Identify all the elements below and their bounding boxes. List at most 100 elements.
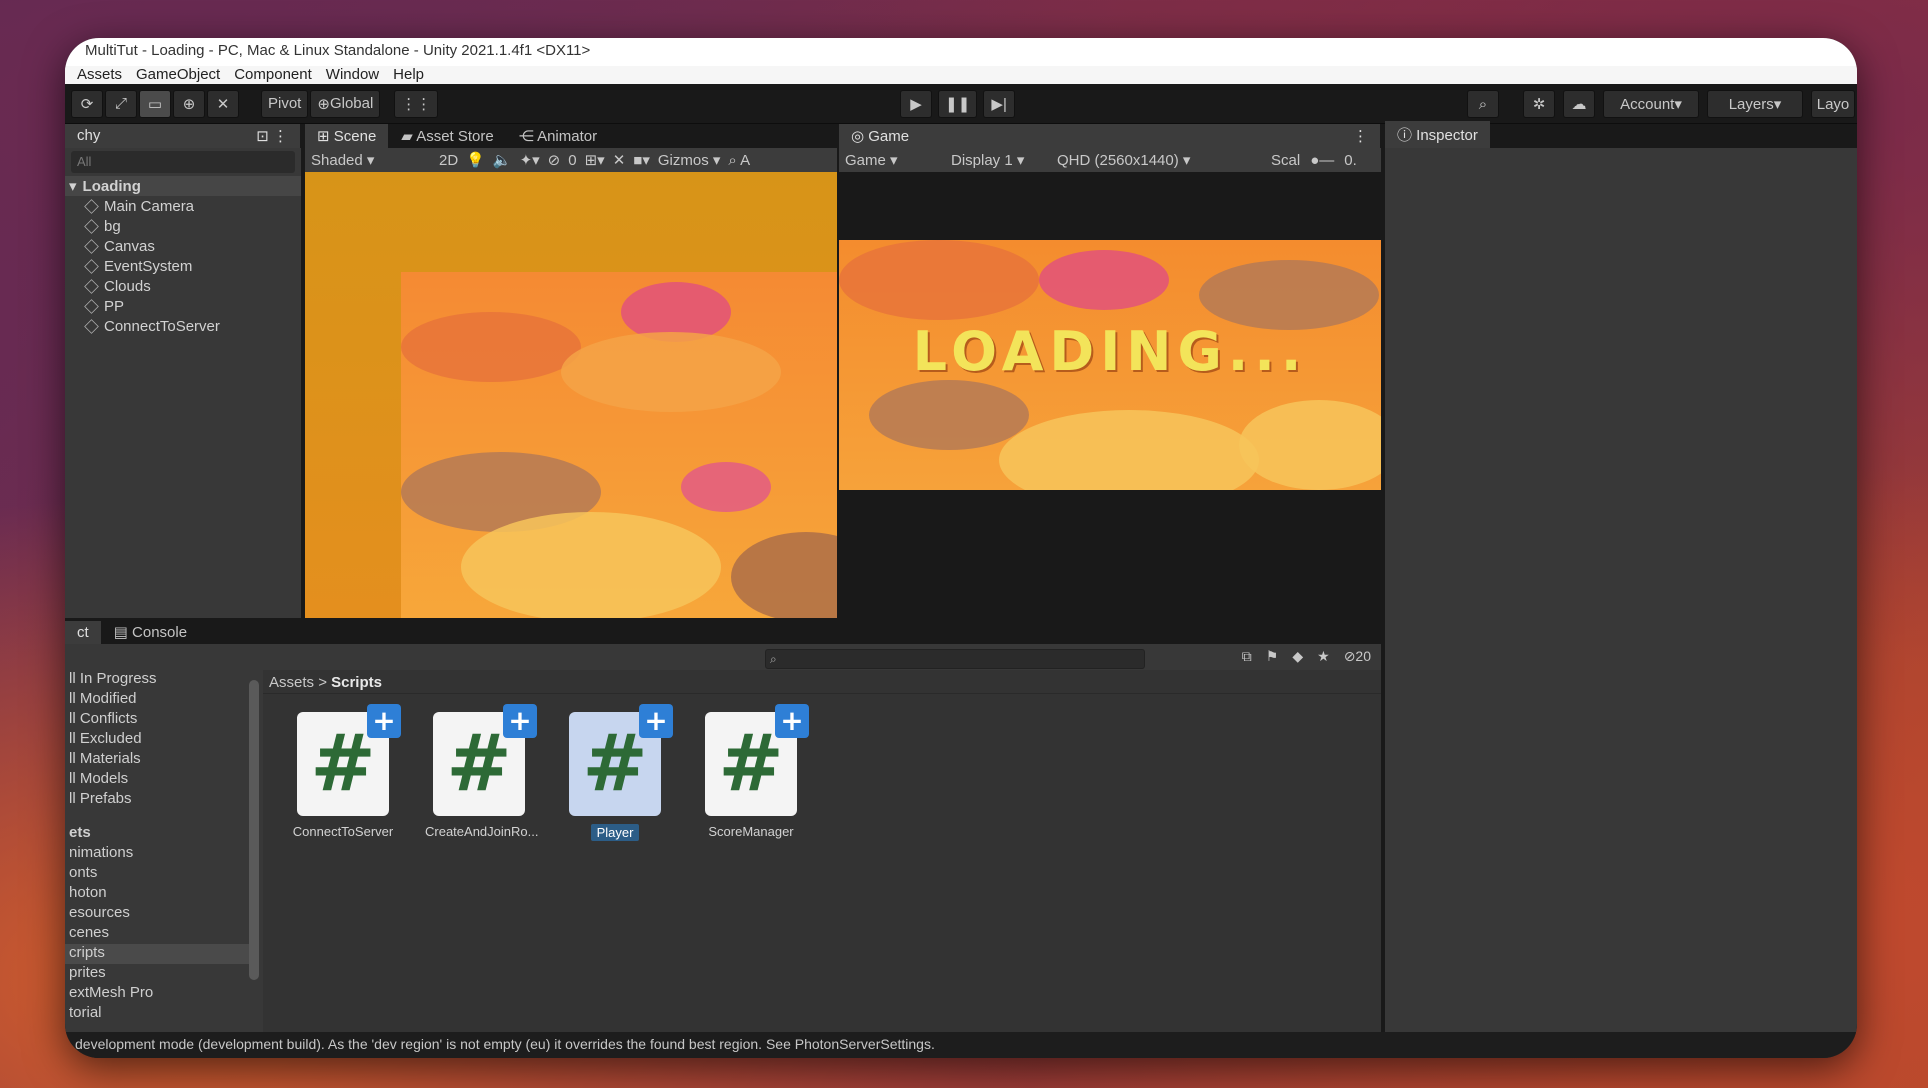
scene-label: Loading xyxy=(82,177,141,195)
game-view-dropdown[interactable]: Game xyxy=(845,151,941,169)
favorite-item[interactable]: ll Modified xyxy=(65,690,255,710)
csharp-script-icon: # + xyxy=(705,704,809,816)
gizmos-dropdown[interactable]: Gizmos xyxy=(658,151,721,169)
hierarchy-item-main-camera[interactable]: Main Camera xyxy=(65,196,301,216)
folder-item[interactable]: torial xyxy=(65,1004,255,1024)
tab-console[interactable]: ▤ Console xyxy=(102,620,199,644)
menu-component[interactable]: Component xyxy=(234,66,312,86)
cloud-shape xyxy=(839,240,1039,320)
folder-tree-scrollbar[interactable] xyxy=(249,680,259,980)
hierarchy-scene-loading[interactable]: ▾ Loading xyxy=(65,176,301,196)
scale-tool-icon[interactable]: ⤢ xyxy=(105,89,137,118)
layout-dropdown[interactable]: Layo xyxy=(1811,90,1855,118)
resolution-dropdown[interactable]: QHD (2560x1440) xyxy=(1057,151,1261,169)
hierarchy-item-bg[interactable]: bg xyxy=(65,216,301,236)
asset-connecttoserver[interactable]: # + ConnectToServer xyxy=(289,704,401,842)
project-search-input[interactable]: ⌕ xyxy=(765,649,1145,669)
grid-toggle-icon[interactable]: ⊞▾ xyxy=(585,151,605,169)
project-toolbar-icons: ⧉ ⚑ ◆ ★ ⊘20 xyxy=(1242,648,1371,665)
tab-animator[interactable]: ⋲ Animator xyxy=(507,124,609,148)
hierarchy-item-pp[interactable]: PP xyxy=(65,296,301,316)
folder-item-selected[interactable]: cripts xyxy=(65,944,255,964)
camera-icon[interactable]: ■▾ xyxy=(633,151,650,169)
folder-item[interactable]: prites xyxy=(65,964,255,984)
folder-item[interactable]: onts xyxy=(65,864,255,884)
folder-item[interactable]: nimations xyxy=(65,844,255,864)
tab-game[interactable]: ◎ Game ⋮ xyxy=(839,124,1380,148)
display-dropdown[interactable]: Display 1 xyxy=(951,151,1047,169)
folder-item[interactable]: esources xyxy=(65,904,255,924)
tools-icon[interactable]: ✕ xyxy=(613,151,626,169)
favorite-item[interactable]: ll Models xyxy=(65,770,255,790)
folder-item[interactable]: hoton xyxy=(65,884,255,904)
scene-search-input[interactable]: ⌕ A xyxy=(728,152,750,169)
filter-type-icon[interactable]: ⧉ xyxy=(1242,648,1252,665)
global-toggle[interactable]: ⊕ Global xyxy=(310,89,381,118)
breadcrumb-current[interactable]: Scripts xyxy=(331,674,382,691)
favorite-item[interactable]: ll In Progress xyxy=(65,670,255,690)
lighting-icon[interactable]: 💡 xyxy=(466,151,485,169)
hierarchy-item-eventsystem[interactable]: EventSystem xyxy=(65,256,301,276)
favorite-item[interactable]: ll Prefabs xyxy=(65,790,255,810)
asset-player[interactable]: # + Player xyxy=(561,704,673,842)
menu-gameobject[interactable]: GameObject xyxy=(136,66,220,86)
scene-view-panel: ⊞ Scene ▰ Asset Store ⋲ Animator Shaded … xyxy=(305,124,837,618)
tag-icon[interactable]: ◆ xyxy=(1292,648,1303,665)
rect-tool-icon[interactable]: ▭ xyxy=(139,89,171,118)
game-render-canvas[interactable]: LOADING... xyxy=(839,240,1381,490)
layers-dropdown[interactable]: Layers xyxy=(1707,90,1803,118)
menu-assets[interactable]: Assets xyxy=(77,66,122,86)
2d-toggle[interactable]: 2D xyxy=(439,152,458,169)
game-menu-icon[interactable]: ⋮ xyxy=(1353,127,1368,145)
assets-folder-header[interactable]: ets xyxy=(65,824,255,844)
collab-icon[interactable]: ✲ xyxy=(1523,90,1555,118)
tab-project[interactable]: ct xyxy=(65,621,101,644)
tab-inspector[interactable]: ⓘ Inspector xyxy=(1385,121,1490,148)
effects-icon[interactable]: ✦▾ xyxy=(520,151,540,169)
hidden-packages-icon[interactable]: ⊘20 xyxy=(1344,648,1371,665)
scene-canvas[interactable] xyxy=(305,172,837,618)
hierarchy-item-connecttoserver[interactable]: ConnectToServer xyxy=(65,316,301,336)
menu-help[interactable]: Help xyxy=(393,66,424,86)
folder-item[interactable]: cenes xyxy=(65,924,255,944)
hierarchy-item-canvas[interactable]: Canvas xyxy=(65,236,301,256)
status-message[interactable]: development mode (development build). As… xyxy=(75,1036,935,1052)
assets-grid: # + ConnectToServer # + CreateAndJoinRo...… xyxy=(263,694,1381,842)
favorite-item[interactable]: ll Materials xyxy=(65,750,255,770)
star-icon[interactable]: ★ xyxy=(1317,648,1330,665)
audio-icon[interactable]: 🔈 xyxy=(493,151,512,169)
folder-item[interactable]: extMesh Pro xyxy=(65,984,255,1004)
filter-label-icon[interactable]: ⚑ xyxy=(1266,648,1279,665)
tab-scene[interactable]: ⊞ Scene xyxy=(305,124,389,148)
account-dropdown[interactable]: Account xyxy=(1603,90,1699,118)
hierarchy-panel: chy ⊡ ⋮ All ▾ Loading Main Camera bg Canv… xyxy=(65,124,303,618)
play-button[interactable]: ▶ xyxy=(900,90,932,118)
menu-window[interactable]: Window xyxy=(326,66,379,86)
transform-tool-icon[interactable]: ⊕ xyxy=(173,89,205,118)
breadcrumb-separator: > xyxy=(318,674,332,691)
rotate-tool-icon[interactable]: ⟳ xyxy=(71,89,103,118)
project-assets-view: Assets > Scripts # + ConnectToServer # + C… xyxy=(263,670,1381,1056)
asset-createandjoinrooms[interactable]: # + CreateAndJoinRo... xyxy=(425,704,538,842)
asset-scoremanager[interactable]: # + ScoreManager xyxy=(697,704,809,842)
hierarchy-item-clouds[interactable]: Clouds xyxy=(65,276,301,296)
lock-icon[interactable]: ⊡ ⋮ xyxy=(256,127,288,145)
custom-tool-icon[interactable]: ✕ xyxy=(207,89,239,118)
cloud-icon[interactable]: ☁ xyxy=(1563,90,1595,118)
shading-dropdown[interactable]: Shaded xyxy=(311,151,431,169)
tab-asset-store[interactable]: ▰ Asset Store xyxy=(389,124,505,148)
add-badge-icon: + xyxy=(775,704,809,738)
hierarchy-item-label: PP xyxy=(104,297,125,315)
hierarchy-search-input[interactable]: All xyxy=(71,151,295,173)
hidden-objects-icon[interactable]: ⊘ xyxy=(548,151,561,169)
search-icon[interactable]: ⌕ xyxy=(1467,90,1499,118)
grid-snap-icon[interactable]: ⋮⋮ xyxy=(394,89,439,118)
breadcrumb-root[interactable]: Assets xyxy=(269,674,314,691)
scale-slider[interactable]: ●— xyxy=(1310,152,1334,169)
pause-button[interactable]: ❚❚ xyxy=(938,90,978,118)
favorite-item[interactable]: ll Conflicts xyxy=(65,710,255,730)
tab-hierarchy[interactable]: chy ⊡ ⋮ xyxy=(65,124,300,148)
step-button[interactable]: ▶| xyxy=(983,90,1016,118)
pivot-toggle[interactable]: Pivot xyxy=(261,89,309,118)
favorite-item[interactable]: ll Excluded xyxy=(65,730,255,750)
